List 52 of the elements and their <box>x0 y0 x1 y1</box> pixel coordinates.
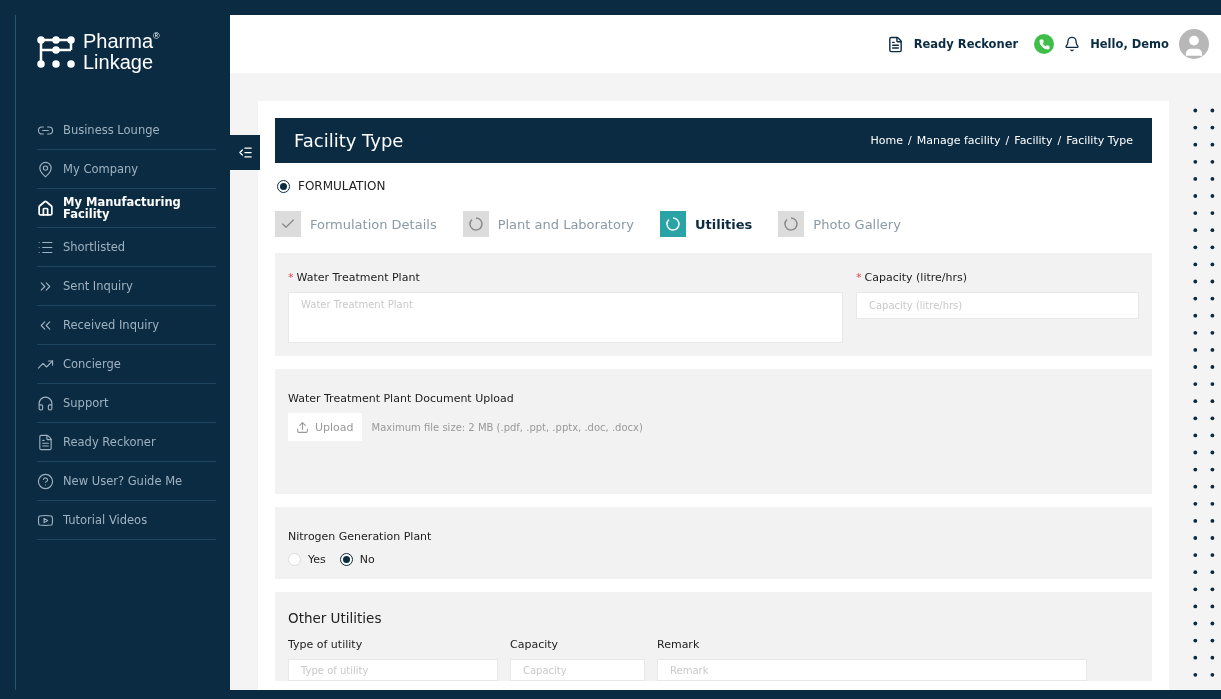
upload-icon <box>296 420 309 434</box>
brand-name: Linkage <box>83 52 155 73</box>
sidebar-item[interactable]: My Manufacturing Facility <box>37 189 216 228</box>
ready-reckoner-link[interactable]: Ready Reckoner <box>913 37 1019 51</box>
indent-icon <box>237 145 253 160</box>
radio-button[interactable] <box>277 179 290 193</box>
sidebar-item[interactable]: Ready Reckoner <box>37 423 216 462</box>
field-label: Capacity <box>510 638 560 651</box>
spinner-icon <box>783 216 800 232</box>
document-icon[interactable] <box>886 35 904 53</box>
spinner-icon <box>467 216 484 232</box>
sidebar-item[interactable]: Shortlisted <box>37 228 216 267</box>
logo-icon <box>37 36 75 68</box>
question-circle-icon <box>37 472 54 490</box>
collapse-sidebar-button[interactable] <box>230 135 260 170</box>
radio-button[interactable] <box>339 553 353 566</box>
home-icon <box>37 199 54 217</box>
field-label: Nitrogen Generation Plant <box>288 530 432 543</box>
user-greeting[interactable]: Hello, Demo <box>1090 37 1169 51</box>
notification-bell-icon[interactable] <box>1064 36 1081 52</box>
breadcrumb-link[interactable]: Home <box>870 134 904 147</box>
radio-label: FORMULATION <box>298 179 386 193</box>
sidebar-item[interactable]: Concierge <box>37 345 216 384</box>
breadcrumb-separator: / <box>908 134 912 147</box>
sidebar-item[interactable]: My Company <box>37 150 216 189</box>
field-label: * Capacity (litre/hrs) <box>856 271 969 284</box>
document-icon <box>37 433 54 451</box>
page-title: Facility Type <box>294 130 404 151</box>
location-pin-icon <box>37 160 54 178</box>
breadcrumb-link[interactable]: Facility <box>1014 134 1053 147</box>
breadcrumb-separator: / <box>1005 134 1010 147</box>
sidebar-item[interactable]: Business Lounge <box>37 111 216 150</box>
sidebar-item[interactable]: Tutorial Videos <box>37 501 216 540</box>
sidebar-item[interactable]: Received Inquiry <box>37 306 216 345</box>
breadcrumb-link[interactable]: Manage facility <box>916 134 1001 147</box>
field-label: Remark <box>657 638 701 651</box>
field-label: Water Treatment Plant Document Upload <box>288 392 514 405</box>
spinner-icon <box>664 216 681 232</box>
step-tab[interactable]: Utilities <box>659 211 753 237</box>
sidebar-item[interactable]: Support <box>37 384 216 423</box>
brand-name: Pharma® <box>83 31 160 52</box>
radio-label: Yes <box>308 553 326 566</box>
sidebar-item[interactable]: Sent Inquiry <box>37 267 216 306</box>
breadcrumb-separator: / <box>1057 134 1062 147</box>
upload-hint: Maximum file size: 2 MB (.pdf, .ppt, .pptx, .doc, .docx) <box>371 421 643 433</box>
field-label: * Water Treatment Plant <box>288 271 421 284</box>
section-title: Other Utilities <box>288 610 383 626</box>
sidebar-item[interactable]: New User? Guide Me <box>37 462 216 501</box>
field-label: Type of utility <box>288 638 364 651</box>
headphones-icon <box>37 394 54 412</box>
radio-label: No <box>359 553 375 566</box>
breadcrumb-link[interactable]: Facility Type <box>1066 134 1133 147</box>
